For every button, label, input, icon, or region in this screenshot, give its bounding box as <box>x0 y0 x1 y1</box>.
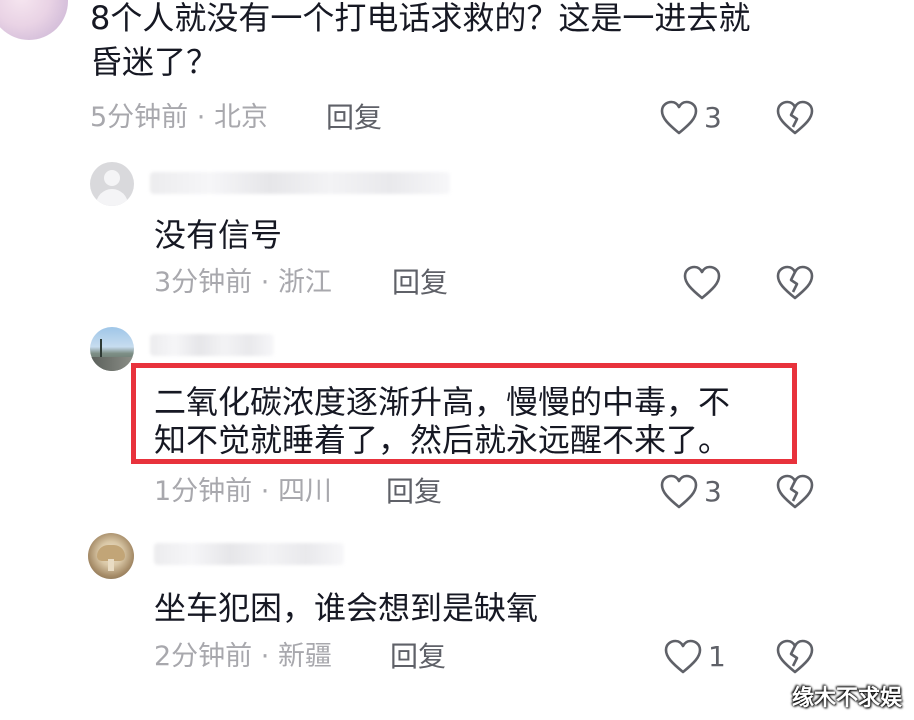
watermark-text: 缘木不求娱 <box>791 686 902 711</box>
comment-time: 1分钟前 <box>154 476 253 507</box>
broken-heart-icon[interactable] <box>776 100 814 136</box>
heart-outline-icon[interactable] <box>683 265 721 301</box>
broken-heart-icon[interactable] <box>776 474 814 510</box>
broken-heart-icon[interactable] <box>776 265 814 301</box>
blurred-username[interactable] <box>150 334 274 356</box>
comment-time: 3分钟前 <box>154 267 253 298</box>
heart-outline-icon[interactable] <box>660 474 698 510</box>
reply-button[interactable]: 回复 <box>386 475 442 509</box>
blurred-username[interactable] <box>150 172 450 194</box>
meta-separator: · <box>188 102 214 133</box>
reply-button[interactable]: 回复 <box>326 101 382 135</box>
comment-time: 2分钟前 <box>154 641 253 672</box>
avatar[interactable] <box>90 327 134 371</box>
like-count: 3 <box>704 101 722 134</box>
comment-location: 四川 <box>277 476 332 507</box>
heart-outline-icon[interactable] <box>664 639 702 675</box>
comment-text-line: 没有信号 <box>154 216 283 254</box>
comment-location: 新疆 <box>277 641 332 672</box>
comment-time: 5分钟前 <box>90 102 189 133</box>
comment-text-line: 8个人就没有一个打电话求救的？这是一进去就 <box>90 0 751 37</box>
meta-separator: · <box>252 267 278 298</box>
avatar-placeholder-head <box>104 170 120 186</box>
comment-text-line: 昏迷了？ <box>90 43 219 81</box>
comment-location: 浙江 <box>277 267 332 298</box>
avatar[interactable] <box>88 533 134 579</box>
avatar[interactable] <box>90 162 134 206</box>
comment-meta: 2分钟前 · 新疆 <box>154 640 332 674</box>
avatar[interactable] <box>0 0 68 40</box>
comment-meta: 1分钟前 · 四川 <box>154 475 332 509</box>
avatar-scene-road <box>90 357 134 371</box>
comment-meta: 5分钟前 · 北京 <box>90 101 268 135</box>
like-count: 3 <box>704 475 722 508</box>
comment-meta: 3分钟前 · 浙江 <box>154 266 332 300</box>
meta-separator: · <box>252 641 278 672</box>
highlight-box <box>131 363 797 464</box>
blurred-username[interactable] <box>154 543 344 565</box>
meta-separator: · <box>252 476 278 507</box>
reply-button[interactable]: 回复 <box>390 640 446 674</box>
broken-heart-icon[interactable] <box>776 639 814 675</box>
avatar-mushroom-stem <box>108 559 114 571</box>
like-count: 1 <box>708 640 726 673</box>
comment-location: 北京 <box>213 102 268 133</box>
reply-button[interactable]: 回复 <box>392 266 448 300</box>
comment-text-line: 坐车犯困，谁会想到是缺氧 <box>154 589 539 627</box>
heart-outline-icon[interactable] <box>660 100 698 136</box>
avatar-placeholder-body <box>96 189 128 206</box>
